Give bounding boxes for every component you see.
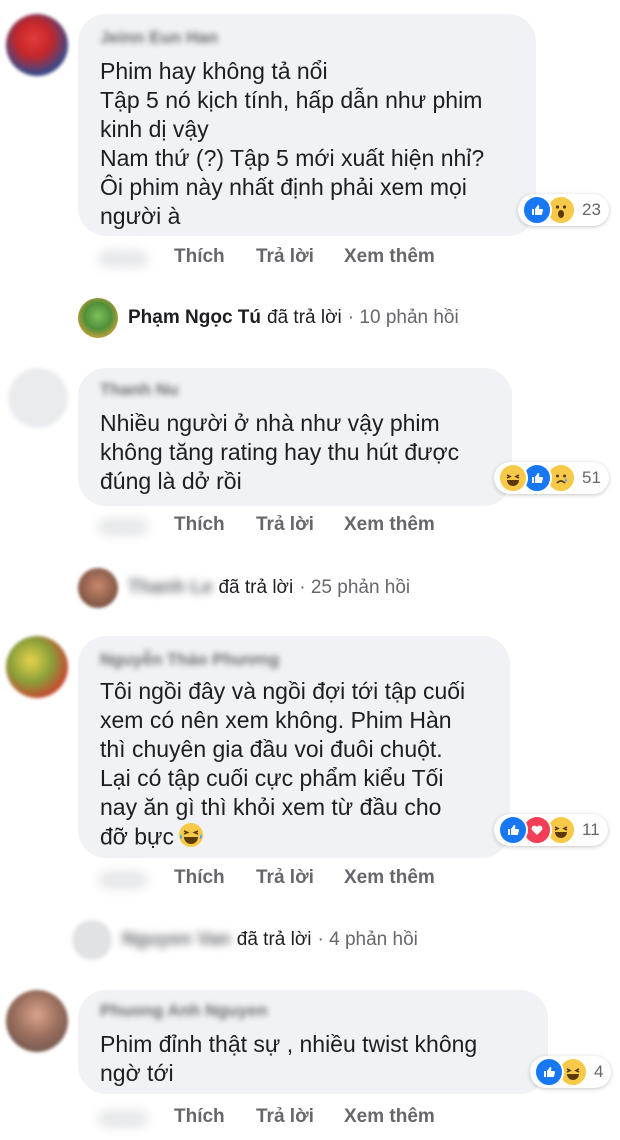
reaction-count: 11 <box>582 820 600 839</box>
reply-button[interactable]: Trả lời <box>256 1106 314 1128</box>
see-more-button[interactable]: Xem thêm <box>344 1106 435 1128</box>
like-icon <box>498 815 528 845</box>
comment-text: Tôi ngồi đây và ngồi đợi tới tập cuối xe… <box>100 677 465 855</box>
reply-button[interactable]: Trả lời <box>256 514 314 536</box>
avatar[interactable] <box>6 636 68 698</box>
reply-count[interactable]: · 4 phản hồi <box>318 929 418 951</box>
see-more-button[interactable]: Xem thêm <box>344 246 435 268</box>
comment-author[interactable]: Phuong Anh Nguyen <box>100 1001 267 1021</box>
reply-author[interactable]: Thanh Le <box>128 577 212 599</box>
avatar[interactable] <box>6 990 68 1052</box>
comment-actions: Thích Trả lời Xem thêm <box>0 1106 620 1130</box>
haha-icon <box>498 463 528 493</box>
avatar <box>78 568 118 608</box>
reply-button[interactable]: Trả lời <box>256 867 314 889</box>
like-icon <box>534 1057 564 1087</box>
avatar <box>78 298 118 338</box>
see-more-button[interactable]: Xem thêm <box>344 514 435 536</box>
reply-count[interactable]: · 10 phản hồi <box>348 307 459 329</box>
reply-author[interactable]: Phạm Ngọc Tú <box>128 307 261 329</box>
like-button[interactable]: Thích <box>174 246 225 268</box>
reply-summary[interactable]: Thanh Le đã trả lời · 25 phản hồi <box>78 568 410 608</box>
comment-text: Nhiều người ở nhà như vậy phim không tăn… <box>100 410 460 494</box>
like-button[interactable]: Thích <box>174 1106 225 1128</box>
comment-text: Phim đỉnh thật sự , nhiều twist không ng… <box>100 1031 478 1086</box>
reply-verb: đã trả lời <box>218 577 294 598</box>
comment-actions: Thích Trả lời Xem thêm <box>0 246 620 270</box>
like-button[interactable]: Thích <box>174 867 225 889</box>
like-button[interactable]: Thích <box>174 514 225 536</box>
reply-verb: đã trả lời <box>236 929 312 950</box>
comment-actions: Thích Trả lời Xem thêm <box>0 514 620 538</box>
comment-actions: Thích Trả lời Xem thêm <box>0 867 620 891</box>
reply-verb: đã trả lời <box>267 307 342 328</box>
reaction-summary[interactable]: 23 <box>518 194 609 226</box>
comment-author[interactable]: Thanh Nu <box>100 380 178 400</box>
reaction-summary[interactable]: 51 <box>494 462 609 494</box>
reply-button[interactable]: Trả lời <box>256 246 314 268</box>
comment-author[interactable]: Nguyễn Thảo Phương <box>100 650 279 670</box>
reaction-summary[interactable]: 11 <box>494 814 608 846</box>
comment-author[interactable]: Jeinn Eun Han <box>100 28 218 48</box>
reaction-summary[interactable]: 4 <box>530 1056 612 1088</box>
reaction-count: 51 <box>582 468 601 487</box>
like-icon <box>522 195 552 225</box>
avatar[interactable] <box>6 14 68 76</box>
reply-author[interactable]: Nguyen Van <box>122 929 231 951</box>
reaction-count: 4 <box>594 1062 604 1081</box>
reply-summary[interactable]: Phạm Ngọc Tú đã trả lời · 10 phản hồi <box>78 298 459 338</box>
comment-text: Phim hay không tả nổi Tập 5 nó kịch tính… <box>100 58 485 229</box>
avatar[interactable] <box>8 368 68 428</box>
see-more-button[interactable]: Xem thêm <box>344 867 435 889</box>
reaction-count: 23 <box>582 200 601 219</box>
avatar <box>72 920 112 960</box>
reply-count[interactable]: · 25 phản hồi <box>299 577 410 599</box>
laughing-tears-emoji-icon <box>178 822 204 855</box>
reply-summary[interactable]: Nguyen Van đã trả lời · 4 phản hồi <box>72 920 418 960</box>
